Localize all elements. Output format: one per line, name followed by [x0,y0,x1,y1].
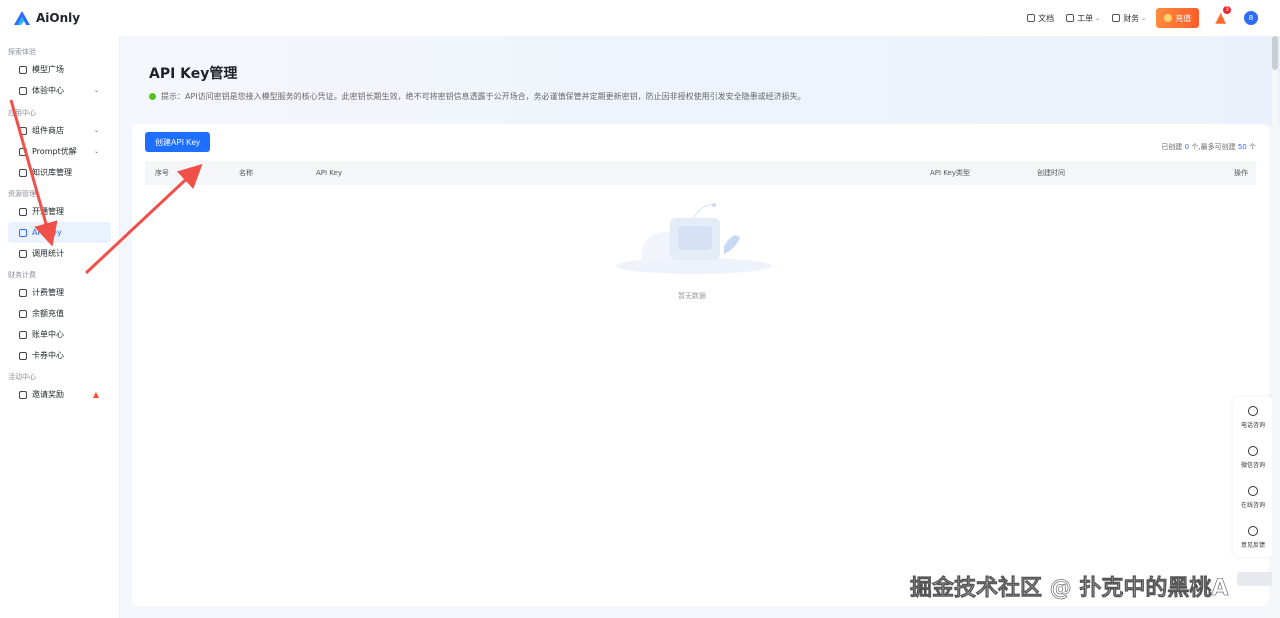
hint-banner: 提示：API访问密钥是您接入模型服务的核心凭证。此密钥长期生效，绝不可将密钥信息… [149,91,806,102]
column-header-key-type: API Key类型 [930,169,970,177]
bill-icon [19,330,27,339]
sidebar-item-activation[interactable]: 开通管理 [0,201,119,222]
sidebar-item-prompt[interactable]: Prompt优解 ⌄ [0,141,119,162]
feedback-button[interactable]: 意见反馈 [1233,517,1273,557]
chevron-down-icon: ⌄ [93,127,99,134]
create-api-key-button[interactable]: 创建API Key [145,132,210,152]
chevron-down-icon: ⌄ [93,87,99,94]
back-to-top-button[interactable] [1237,572,1273,586]
key-icon [19,228,27,237]
fire-activity-button[interactable]: ▲ 3 [1215,6,1231,26]
column-header-index: 序号 [155,169,169,177]
support-float-panel: 电话咨询 微信咨询 在线咨询 意见反馈 [1233,397,1273,557]
page-header-background [120,36,1280,126]
chart-icon [19,249,27,258]
page-scrollbar[interactable] [1272,36,1278,618]
gift-icon [19,390,27,399]
notification-badge: 3 [1223,6,1231,14]
hot-icon: ▲ [92,390,99,399]
recharge-button[interactable]: 充值 [1156,8,1200,28]
sidebar: 探索体验 模型广场 体验中心 ⌄ 应用中心 组件商店 ⌄ Prompt优解 ⌄ … [0,36,120,618]
column-header-actions: 操作 [1234,169,1248,177]
top-bar: AiOnly 文档 工单 ⌄ 财务 ⌄ 充值 ▲ 3 8 [0,0,1280,36]
sidebar-item-bills[interactable]: 账单中心 [0,324,119,345]
sidebar-item-knowledge-base[interactable]: 知识库管理 [0,162,119,183]
page-title: API Key管理 [149,66,238,82]
finance-icon [1112,14,1121,22]
column-header-name: 名称 [239,169,253,177]
coin-icon [1164,14,1173,22]
chevron-down-icon: ⌄ [93,148,99,155]
info-icon [149,93,156,100]
docs-icon [1027,14,1036,22]
logo-text: AiOnly [36,11,81,25]
headset-icon [1248,485,1258,496]
section-title-apps: 应用中心 [8,109,36,117]
sidebar-item-coupons[interactable]: 卡券中心 [0,345,119,366]
finance-menu[interactable]: 财务 ⌄ [1112,13,1146,24]
tickets-menu[interactable]: 工单 ⌄ [1066,13,1100,24]
docs-link[interactable]: 文档 [1027,13,1054,24]
book-icon [19,168,27,177]
question-icon [1248,525,1258,536]
column-header-created-time: 创建时间 [1037,169,1065,177]
store-icon [19,126,27,135]
wechat-consult-button[interactable]: 微信咨询 [1233,437,1273,477]
quota-text: 已创建 0 个,最多可创建 50 个 [1161,143,1256,151]
billing-icon [19,288,27,297]
empty-state-illustration [616,203,772,274]
sidebar-item-component-store[interactable]: 组件商店 ⌄ [0,120,119,141]
scrollbar-thumb[interactable] [1272,36,1278,70]
coupon-icon [19,351,27,360]
prompt-icon [19,147,27,156]
table-header: 序号 名称 API Key API Key类型 创建时间 操作 [145,161,1256,185]
diamond-icon [19,207,27,216]
empty-state-text: 暂无数据 [678,292,706,300]
section-title-events: 活动中心 [8,373,36,381]
phone-icon [1248,405,1258,416]
sidebar-item-experience-center[interactable]: 体验中心 ⌄ [0,80,119,101]
chevron-down-icon: ⌄ [1095,14,1101,22]
section-title-finance: 财务计费 [8,271,36,279]
watermark: 掘金技术社区 @ 扑克中的黑桃A [910,576,1229,602]
sidebar-item-usage-stats[interactable]: 调用统计 [0,243,119,264]
logo-icon [14,11,30,25]
sidebar-item-billing[interactable]: 计费管理 [0,282,119,303]
sidebar-item-invite-rewards[interactable]: 邀请奖励 ▲ [0,384,119,405]
sidebar-item-api-key[interactable]: API Key [8,222,111,243]
chevron-down-icon: ⌄ [1141,14,1147,22]
section-title-resources: 资源管理 [8,190,36,198]
sidebar-item-model-plaza[interactable]: 模型广场 [0,59,119,80]
online-consult-button[interactable]: 在线咨询 [1233,477,1273,517]
sidebar-item-balance[interactable]: 余额充值 [0,303,119,324]
wechat-icon [1248,445,1258,456]
phone-consult-button[interactable]: 电话咨询 [1233,397,1273,437]
avatar[interactable]: 8 [1244,11,1258,25]
hint-text: 提示：API访问密钥是您接入模型服务的核心凭证。此密钥长期生效，绝不可将密钥信息… [161,92,806,101]
section-title-explore: 探索体验 [8,48,36,56]
logo[interactable]: AiOnly [12,10,80,26]
experience-icon [19,86,27,95]
balance-icon [19,309,27,318]
ticket-icon [1066,14,1075,22]
model-icon [19,65,27,74]
column-header-api-key: API Key [316,169,342,177]
